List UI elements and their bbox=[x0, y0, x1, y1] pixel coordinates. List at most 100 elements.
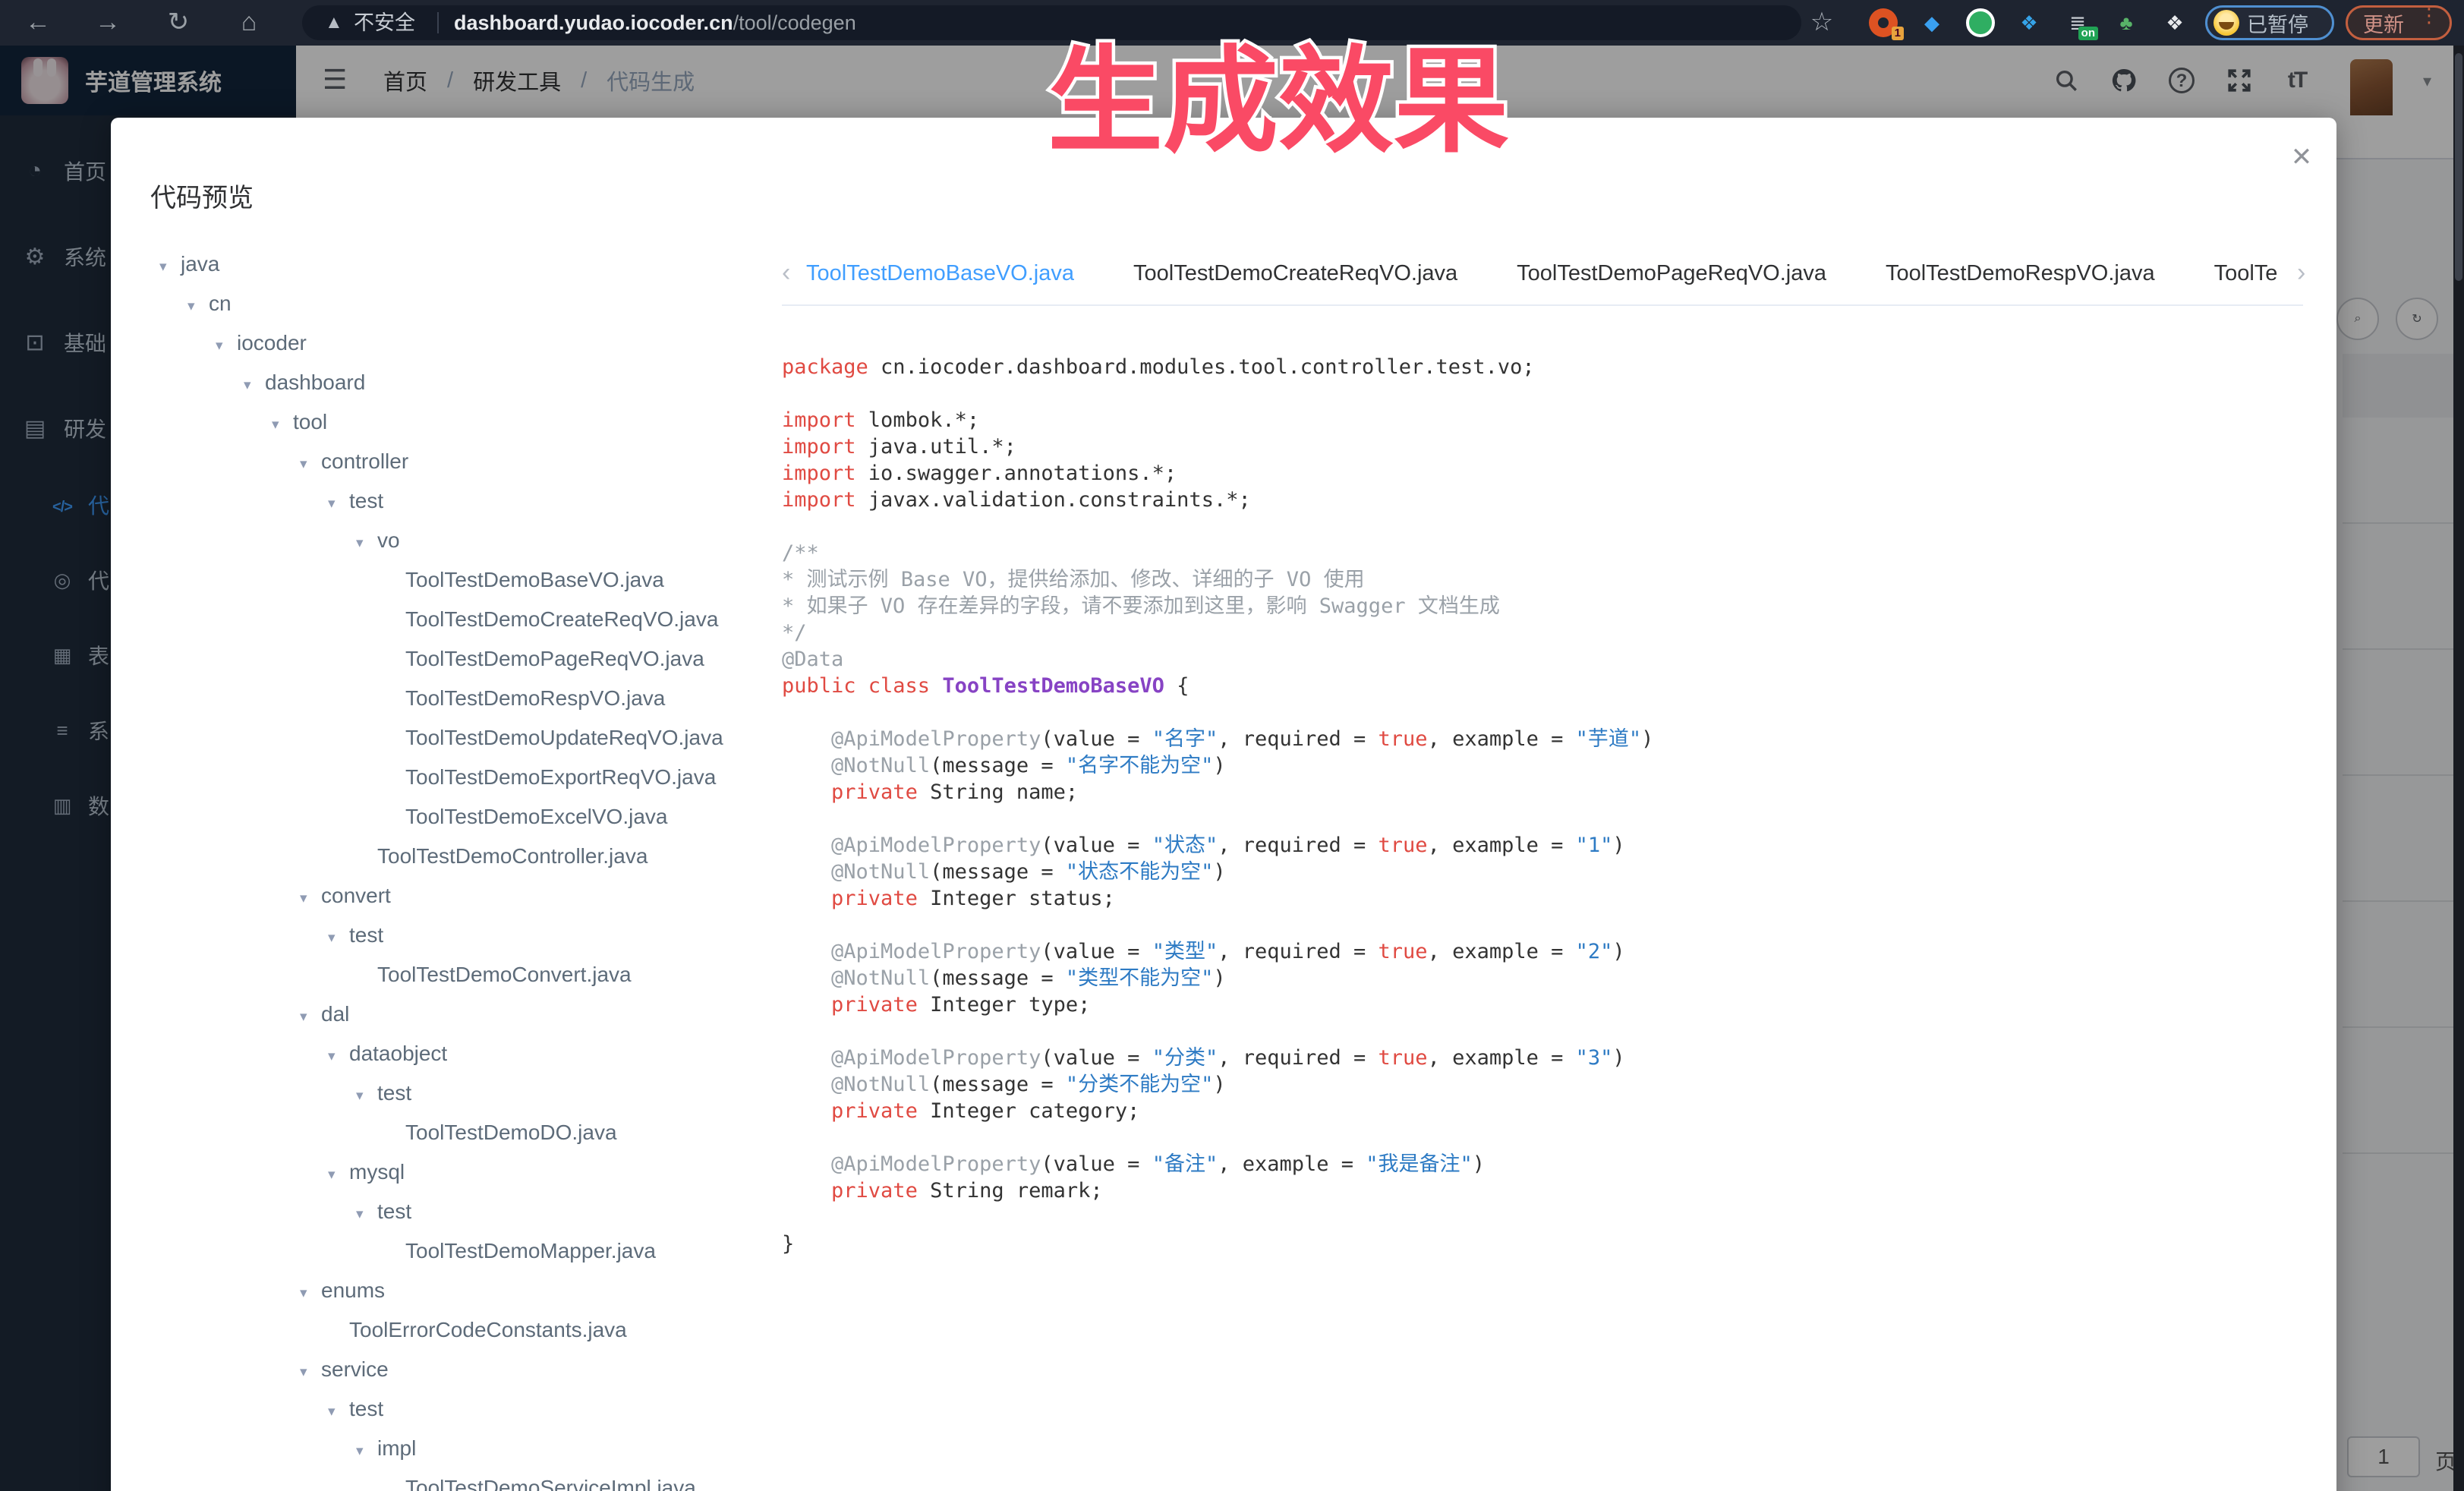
caret-down-icon[interactable]: ▾ bbox=[356, 1076, 377, 1116]
diamond-grid-extension-icon[interactable]: ❖ bbox=[2015, 8, 2043, 37]
back-icon[interactable]: ← bbox=[15, 0, 61, 46]
code-file-tab[interactable]: ToolTe bbox=[2214, 251, 2278, 296]
tree-node-label: test bbox=[349, 1397, 383, 1420]
tree-file[interactable]: ToolErrorCodeConstants.java bbox=[111, 1310, 771, 1350]
tree-file[interactable]: ToolTestDemoDO.java bbox=[111, 1113, 771, 1152]
tree-node-label: ToolTestDemoUpdateReqVO.java bbox=[405, 726, 723, 749]
code-line: * 如果子 VO 存在差异的字段，请不要添加到这里，影响 Swagger 文档生… bbox=[782, 593, 2315, 619]
code-file-tab[interactable]: ToolTestDemoBaseVO.java bbox=[806, 251, 1074, 296]
green-circle-extension-icon[interactable] bbox=[1966, 8, 1995, 37]
caret-down-icon[interactable]: ▾ bbox=[159, 247, 181, 287]
tree-folder[interactable]: ▾test bbox=[111, 1389, 771, 1429]
tree-folder[interactable]: ▾controller bbox=[111, 442, 771, 481]
caret-down-icon[interactable]: ▾ bbox=[328, 1037, 349, 1076]
caret-down-icon[interactable]: ▾ bbox=[328, 1155, 349, 1195]
security-warning-label[interactable]: 不安全 bbox=[354, 5, 415, 40]
forward-icon[interactable]: → bbox=[85, 0, 131, 46]
tree-folder[interactable]: ▾test bbox=[111, 1192, 771, 1231]
code-line: private Integer category; bbox=[782, 1098, 2315, 1124]
tab-underline bbox=[782, 304, 2303, 306]
close-icon[interactable]: ✕ bbox=[2283, 139, 2320, 175]
caret-down-icon[interactable]: ▾ bbox=[300, 445, 321, 484]
tree-folder[interactable]: ▾java bbox=[111, 244, 771, 284]
code-line: package cn.iocoder.dashboard.modules.too… bbox=[782, 354, 2315, 380]
caret-down-icon[interactable]: ▾ bbox=[300, 998, 321, 1037]
ubuntu-extension-icon[interactable]: 1 bbox=[1869, 8, 1898, 37]
code-file-tab[interactable]: ToolTestDemoCreateReqVO.java bbox=[1133, 251, 1457, 296]
tree-file[interactable]: ToolTestDemoCreateReqVO.java bbox=[111, 600, 771, 639]
caret-down-icon[interactable]: ▾ bbox=[244, 366, 265, 405]
tree-folder[interactable]: ▾impl bbox=[111, 1429, 771, 1468]
caret-down-icon[interactable]: ▾ bbox=[328, 919, 349, 958]
tabs-scroll-left-icon[interactable]: ‹ bbox=[782, 258, 790, 288]
update-label: 更新 bbox=[2363, 8, 2404, 38]
tree-node-label: impl bbox=[377, 1436, 416, 1460]
caret-down-icon[interactable]: ▾ bbox=[216, 326, 237, 366]
tree-file[interactable]: ToolTestDemoExcelVO.java bbox=[111, 797, 771, 837]
tree-node-label: test bbox=[349, 489, 383, 512]
tree-node-label: service bbox=[321, 1357, 389, 1381]
tree-file[interactable]: ToolTestDemoServiceImpl.java bbox=[111, 1468, 771, 1491]
caret-down-icon[interactable]: ▾ bbox=[272, 405, 293, 445]
profile-paused-badge[interactable]: 已暂停 bbox=[2205, 5, 2334, 40]
tree-file[interactable]: ToolTestDemoBaseVO.java bbox=[111, 560, 771, 600]
reload-icon[interactable]: ↻ bbox=[156, 0, 201, 46]
tree-file[interactable]: ToolTestDemoExportReqVO.java bbox=[111, 758, 771, 797]
file-tree: ▾java▾cn▾iocoder▾dashboard▾tool▾controll… bbox=[111, 244, 771, 1491]
tree-file[interactable]: ToolTestDemoConvert.java bbox=[111, 955, 771, 995]
caret-down-icon[interactable]: ▾ bbox=[300, 1274, 321, 1313]
caret-down-icon[interactable]: ▾ bbox=[356, 524, 377, 563]
tree-file[interactable]: ToolTestDemoUpdateReqVO.java bbox=[111, 718, 771, 758]
code-line: @NotNull(message = "类型不能为空") bbox=[782, 965, 2315, 991]
sprout-extension-icon[interactable]: ♣ bbox=[2112, 8, 2141, 37]
caret-down-icon[interactable]: ▾ bbox=[356, 1195, 377, 1234]
caret-down-icon[interactable]: ▾ bbox=[356, 1432, 377, 1471]
tabs-scroll-right-icon[interactable]: › bbox=[2297, 258, 2305, 288]
tree-file[interactable]: ToolTestDemoRespVO.java bbox=[111, 679, 771, 718]
tree-folder[interactable]: ▾dashboard bbox=[111, 363, 771, 402]
tree-node-label: ToolTestDemoRespVO.java bbox=[405, 686, 665, 710]
tree-file[interactable]: ToolTestDemoMapper.java bbox=[111, 1231, 771, 1271]
scrollbar-thumb[interactable] bbox=[2455, 53, 2462, 281]
tree-node-label: dal bbox=[321, 1002, 349, 1026]
tree-folder[interactable]: ▾test bbox=[111, 916, 771, 955]
puzzle-extension-icon[interactable]: ❖ bbox=[2160, 8, 2189, 37]
tree-folder[interactable]: ▾test bbox=[111, 1073, 771, 1113]
update-button[interactable]: 更新 ⋮ bbox=[2346, 5, 2452, 40]
code-line bbox=[782, 699, 2315, 726]
tree-folder[interactable]: ▾iocoder bbox=[111, 323, 771, 363]
tree-folder[interactable]: ▾service bbox=[111, 1350, 771, 1389]
browser-scrollbar[interactable] bbox=[2453, 46, 2464, 1491]
tree-folder[interactable]: ▾dal bbox=[111, 995, 771, 1034]
caret-down-icon[interactable]: ▾ bbox=[300, 879, 321, 919]
blue-drop-extension-icon[interactable]: ◆ bbox=[1917, 8, 1946, 37]
home-icon[interactable]: ⌂ bbox=[226, 0, 272, 46]
tree-folder[interactable]: ▾mysql bbox=[111, 1152, 771, 1192]
code-line: @NotNull(message = "状态不能为空") bbox=[782, 859, 2315, 885]
tree-file[interactable]: ToolTestDemoController.java bbox=[111, 837, 771, 876]
code-line: /** bbox=[782, 540, 2315, 566]
tree-node-label: test bbox=[377, 1081, 411, 1105]
tree-node-label: convert bbox=[321, 884, 391, 907]
tree-folder[interactable]: ▾dataobject bbox=[111, 1034, 771, 1073]
tab-bar: ‹ ToolTestDemoBaseVO.java ToolTestDemoCre… bbox=[782, 251, 2305, 296]
caret-down-icon[interactable]: ▾ bbox=[187, 287, 209, 326]
tree-folder[interactable]: ▾cn bbox=[111, 284, 771, 323]
code-file-tab[interactable]: ToolTestDemoPageReqVO.java bbox=[1517, 251, 1826, 296]
caret-down-icon[interactable]: ▾ bbox=[328, 484, 349, 524]
code-line: @Data bbox=[782, 646, 2315, 673]
tree-file[interactable]: ToolTestDemoPageReqVO.java bbox=[111, 639, 771, 679]
tree-folder[interactable]: ▾tool bbox=[111, 402, 771, 442]
bookmark-star-icon[interactable]: ☆ bbox=[1805, 0, 1839, 46]
menu-dots-icon[interactable]: ⋮ bbox=[2419, 11, 2439, 20]
code-file-tab[interactable]: ToolTestDemoRespVO.java bbox=[1886, 251, 2155, 296]
tree-node-label: ToolTestDemoBaseVO.java bbox=[405, 568, 664, 591]
tree-folder[interactable]: ▾test bbox=[111, 481, 771, 521]
tree-folder[interactable]: ▾enums bbox=[111, 1271, 771, 1310]
tree-folder[interactable]: ▾vo bbox=[111, 521, 771, 560]
tree-folder[interactable]: ▾convert bbox=[111, 876, 771, 916]
caret-down-icon[interactable]: ▾ bbox=[300, 1353, 321, 1392]
tree-node-label: ToolTestDemoExcelVO.java bbox=[405, 805, 667, 828]
caret-down-icon[interactable]: ▾ bbox=[328, 1392, 349, 1432]
list-extension-icon[interactable]: ≣on bbox=[2063, 8, 2092, 37]
